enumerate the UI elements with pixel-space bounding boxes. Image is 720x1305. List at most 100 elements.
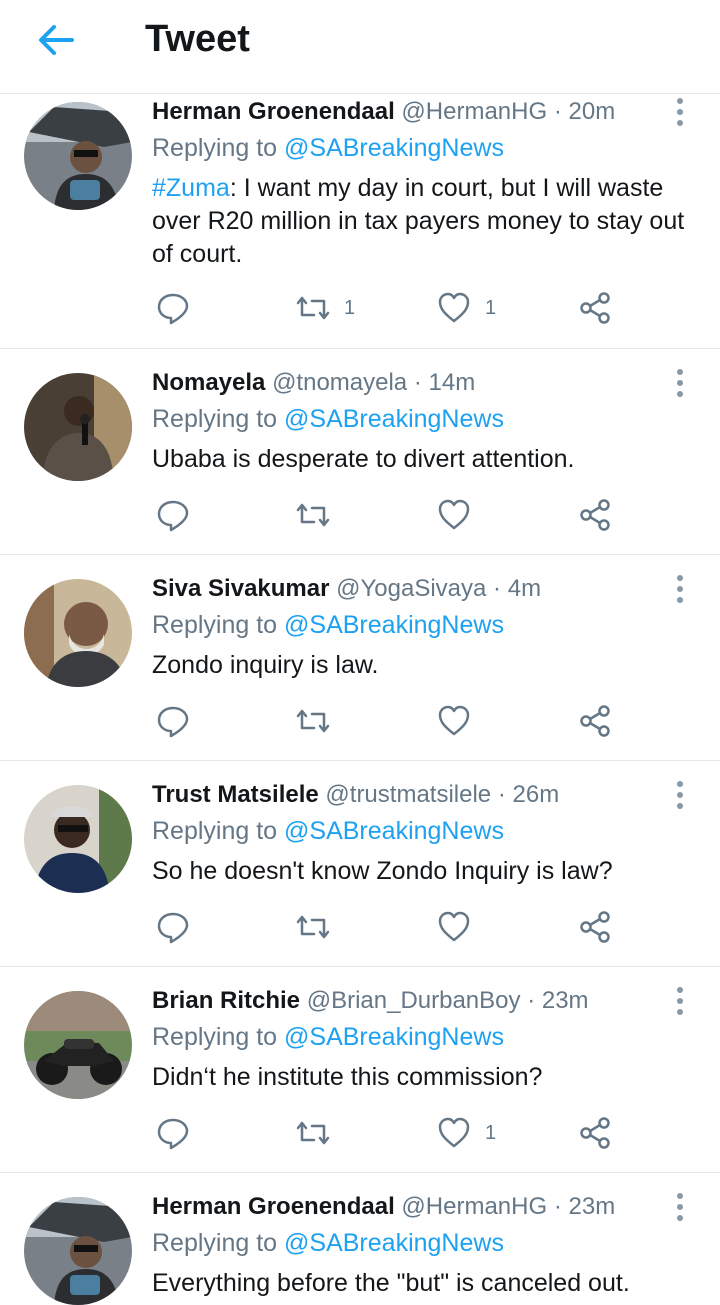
share-button[interactable]	[578, 905, 612, 949]
like-count: 1	[485, 1121, 497, 1144]
retweet-icon	[296, 704, 330, 738]
share-button[interactable]	[578, 699, 612, 743]
tweet-item[interactable]: Nomayela @tnomayela · 14m Replying to @S…	[0, 349, 720, 555]
tweet-header: Herman Groenendaal @HermanHG · 23m	[152, 1191, 615, 1223]
user-handle: @HermanHG	[401, 1193, 548, 1220]
tweet-item[interactable]: Herman Groenendaal @HermanHG · 20m Reply…	[0, 94, 720, 349]
display-name[interactable]: Brian Ritchie	[152, 987, 300, 1014]
user-handle: @YogaSivaya	[336, 575, 487, 602]
separator-dot: ·	[553, 1193, 562, 1220]
timestamp: 26m	[512, 781, 560, 808]
top-app-bar: Tweet	[0, 0, 720, 94]
hashtag-link[interactable]: #Zuma	[152, 174, 230, 202]
reply-button[interactable]	[156, 905, 190, 949]
display-name[interactable]: Nomayela	[152, 369, 265, 396]
retweet-button[interactable]	[296, 1111, 344, 1155]
avatar[interactable]	[24, 102, 132, 210]
avatar-photo	[24, 579, 132, 687]
replying-to: Replying to @SABreakingNews	[152, 815, 504, 847]
more-options-icon[interactable]	[664, 985, 696, 1017]
timestamp: 14m	[428, 369, 476, 396]
heart-icon	[437, 291, 471, 325]
replying-prefix: Replying to	[152, 134, 285, 162]
mention-link[interactable]: @SABreakingNews	[284, 1229, 504, 1257]
retweet-count: 1	[344, 296, 356, 319]
reply-button[interactable]	[156, 286, 190, 330]
avatar[interactable]	[24, 991, 132, 1099]
tweet-text: Everything before the "but" is canceled …	[152, 1269, 630, 1297]
tweet-actions: 1	[152, 1111, 712, 1155]
back-button[interactable]	[30, 20, 82, 60]
more-options-icon[interactable]	[664, 96, 696, 128]
avatar[interactable]	[24, 1197, 132, 1305]
tweet-item[interactable]: Herman Groenendaal @HermanHG · 23m Reply…	[0, 1173, 720, 1305]
share-button[interactable]	[578, 1111, 612, 1155]
mention-link[interactable]: @SABreakingNews	[284, 1023, 504, 1051]
share-icon	[578, 498, 612, 532]
tweet-actions: 1 1	[152, 286, 712, 330]
share-icon	[578, 704, 612, 738]
tweet-header: Brian Ritchie @Brian_DurbanBoy · 23m	[152, 985, 589, 1017]
user-handle: @Brian_DurbanBoy	[306, 987, 521, 1014]
like-button[interactable]: 1	[437, 1111, 496, 1155]
tweet-text: Didn‘t he institute this commission?	[152, 1063, 543, 1091]
tweet-text: Zondo inquiry is law.	[152, 651, 379, 679]
tweet-header: Herman Groenendaal @HermanHG · 20m	[152, 96, 615, 128]
heart-icon	[437, 1116, 471, 1150]
retweet-icon	[296, 910, 330, 944]
display-name[interactable]: Herman Groenendaal	[152, 98, 395, 125]
separator-dot: ·	[493, 575, 502, 602]
retweet-icon	[296, 1116, 330, 1150]
like-button[interactable]	[437, 905, 485, 949]
heart-icon	[437, 910, 471, 944]
tweet-text-line: over R20 million in tax payers money to …	[152, 207, 685, 235]
tweet-text-line: of court.	[152, 240, 243, 268]
avatar-photo	[24, 102, 132, 210]
mention-link[interactable]: @SABreakingNews	[284, 611, 504, 639]
retweet-icon	[296, 498, 330, 532]
like-button[interactable]	[437, 493, 485, 537]
avatar-photo	[24, 373, 132, 481]
retweet-button[interactable]	[296, 699, 344, 743]
more-options-icon[interactable]	[664, 573, 696, 605]
tweet-item[interactable]: Brian Ritchie @Brian_DurbanBoy · 23m Rep…	[0, 967, 720, 1173]
display-name[interactable]: Trust Matsilele	[152, 781, 319, 808]
more-options-icon[interactable]	[664, 367, 696, 399]
like-button[interactable]: 1	[437, 286, 496, 330]
tweet-item[interactable]: Siva Sivakumar @YogaSivaya · 4m Replying…	[0, 555, 720, 761]
reply-button[interactable]	[156, 699, 190, 743]
like-button[interactable]	[437, 699, 485, 743]
user-handle: @tnomayela	[272, 369, 408, 396]
tweet-header: Siva Sivakumar @YogaSivaya · 4m	[152, 573, 541, 605]
avatar-photo	[24, 785, 132, 893]
reply-button[interactable]	[156, 1111, 190, 1155]
tweet-text-line: : I want my day in court, but I will was…	[229, 174, 664, 202]
tweet-text: #Zuma: I want my day in court, but I wil…	[152, 172, 700, 271]
separator-dot: ·	[497, 781, 506, 808]
reply-button[interactable]	[156, 493, 190, 537]
share-button[interactable]	[578, 493, 612, 537]
more-options-icon[interactable]	[664, 779, 696, 811]
reply-icon	[156, 1116, 190, 1150]
more-options-icon[interactable]	[664, 1191, 696, 1223]
retweet-button[interactable]	[296, 905, 344, 949]
mention-link[interactable]: @SABreakingNews	[284, 134, 504, 162]
tweet-header: Nomayela @tnomayela · 14m	[152, 367, 475, 399]
mention-link[interactable]: @SABreakingNews	[284, 405, 504, 433]
tweet-actions	[152, 905, 712, 949]
avatar[interactable]	[24, 373, 132, 481]
retweet-button[interactable]: 1	[296, 286, 355, 330]
replying-prefix: Replying to	[152, 1023, 285, 1051]
reply-icon	[156, 910, 190, 944]
retweet-button[interactable]	[296, 493, 344, 537]
avatar-photo	[24, 1197, 132, 1305]
share-icon	[578, 291, 612, 325]
avatar[interactable]	[24, 579, 132, 687]
display-name[interactable]: Herman Groenendaal	[152, 1193, 395, 1220]
display-name[interactable]: Siva Sivakumar	[152, 575, 329, 602]
share-button[interactable]	[578, 286, 612, 330]
avatar[interactable]	[24, 785, 132, 893]
timestamp: 4m	[507, 575, 542, 602]
mention-link[interactable]: @SABreakingNews	[284, 817, 504, 845]
tweet-item[interactable]: Trust Matsilele @trustmatsilele · 26m Re…	[0, 761, 720, 967]
